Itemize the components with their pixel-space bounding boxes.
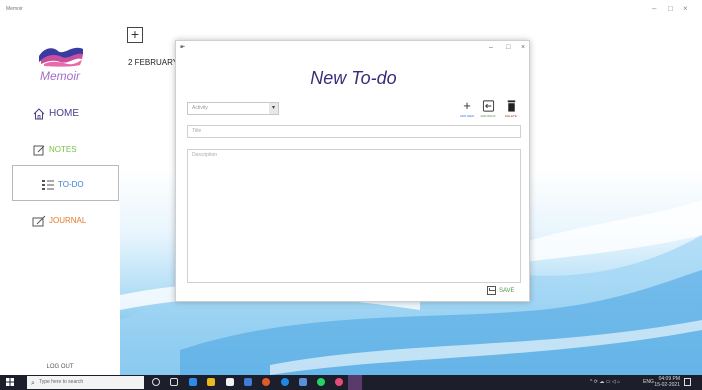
maximize-button[interactable]: □ [668,4,673,14]
delete-button[interactable]: DELETE [501,99,521,118]
delete-label: DELETE [505,114,517,118]
sidebar-item-label: NOTES [49,145,77,154]
memoir-logo [39,47,83,67]
language-indicator[interactable]: ENG [643,379,654,385]
dialog-maximize-button[interactable]: □ [506,44,510,52]
new-todo-dialog: ■▪ – □ × New To-do Activity ▾ + ADD NEW … [175,40,530,302]
sidebar-item-label: TO-DO [58,180,84,189]
edge-icon[interactable] [189,378,197,386]
browser-icon[interactable] [281,378,289,386]
app-icon[interactable] [335,378,343,386]
type-select[interactable]: Activity ▾ [187,102,279,115]
journal-icon [32,215,46,227]
app-title: Memoir [6,6,23,12]
save-label: SAVE [499,288,515,295]
sidebar-item-journal[interactable]: JOURNAL [0,202,120,238]
dialog-app-icon: ■▪ [180,44,185,50]
list-icon [42,180,54,190]
sidebar-item-todo[interactable]: TO-DO [12,165,119,201]
search-icon: ⌕ [31,380,35,387]
trash-icon [507,100,515,112]
logo-text: Memoir [39,69,80,83]
task-view-icon[interactable] [170,378,178,386]
notification-icon[interactable] [684,378,691,386]
dialog-close-button[interactable]: × [521,44,525,52]
sidebar-item-label: HOME [49,108,79,119]
memoir-taskbar-icon[interactable] [348,375,362,390]
dialog-minimize-button[interactable]: – [489,44,493,52]
whatsapp-icon[interactable] [317,378,325,386]
add-back-label: ADD BACK [480,114,496,118]
add-back-button[interactable]: ADD BACK [478,99,498,118]
sidebar-item-home[interactable]: HOME [0,95,120,131]
back-icon [482,100,494,112]
date-label: 2 FEBRUARY [128,58,179,67]
notes-icon [33,145,45,156]
chevron-down-icon: ▾ [269,103,278,114]
add-new-label: ADD NEW [459,114,475,118]
cortana-icon[interactable] [152,378,160,386]
taskbar-search-input[interactable]: ⌕ Type here to search [27,376,144,389]
add-new-button[interactable]: + ADD NEW [457,99,477,118]
close-button[interactable]: × [683,4,688,14]
app-titlebar: Memoir – □ × [0,0,702,20]
dialog-title: New To-do [310,68,397,88]
plus-icon: + [463,98,471,113]
description-input[interactable]: Description [187,149,521,283]
sidebar: Memoir HOME NOTES TO-DO JOURNAL LOG OUT [0,20,120,375]
sidebar-item-notes[interactable]: NOTES [0,131,120,167]
type-select-value: Activity [192,105,208,111]
file-explorer-icon[interactable] [207,378,215,386]
search-placeholder: Type here to search [39,379,84,385]
title-input[interactable]: Title [187,125,521,138]
vscode-icon[interactable] [299,378,307,386]
sidebar-item-label: JOURNAL [49,216,87,225]
store-icon[interactable] [226,378,234,386]
clock-date: 15-02-2021 [654,382,680,388]
add-entry-button[interactable]: + [127,27,143,43]
chrome-icon[interactable] [262,378,270,386]
system-tray-icons[interactable]: ^ ⟳ ☁ ▭ ◁ ⌂ [590,379,620,385]
home-icon [33,108,45,120]
save-button[interactable]: SAVE [487,286,515,296]
taskbar: ⌕ Type here to search ^ ⟳ ☁ ▭ ◁ ⌂ ENG 04… [0,375,702,390]
mail-icon[interactable] [244,378,252,386]
save-icon [487,286,496,295]
windows-start-icon[interactable] [6,378,14,386]
clock[interactable]: 04:09 PM 15-02-2021 [654,376,680,388]
minimize-button[interactable]: – [652,4,656,14]
logout-button[interactable]: LOG OUT [0,364,120,370]
